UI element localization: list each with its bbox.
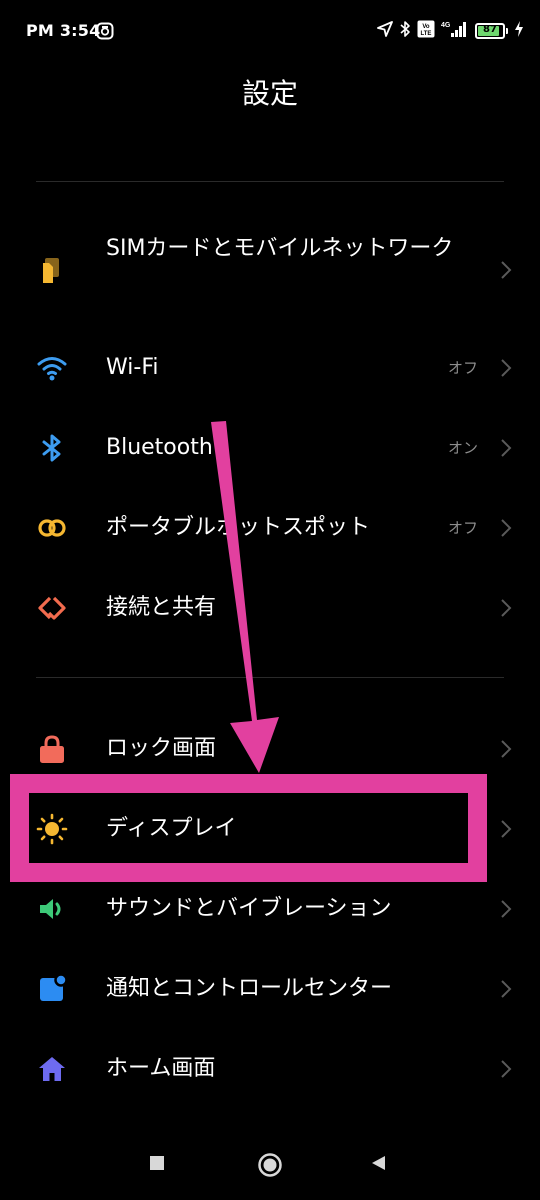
chevron-right-icon xyxy=(500,518,512,542)
settings-item-label: 通知とコントロールセンター xyxy=(106,976,393,1001)
section-divider xyxy=(36,181,504,182)
charging-bolt-icon xyxy=(514,20,524,42)
home-icon xyxy=(36,1053,68,1085)
sim-card-icon xyxy=(36,254,68,286)
mobile-signal-4g-icon: 4G xyxy=(441,20,469,42)
back-icon[interactable] xyxy=(369,1154,387,1176)
navigation-bar xyxy=(0,1136,540,1200)
battery-level: 87 xyxy=(483,24,497,35)
bluetooth-icon xyxy=(36,432,68,464)
settings-item-sound-vibration[interactable]: サウンドとバイブレーション xyxy=(0,869,540,949)
chevron-right-icon xyxy=(500,438,512,462)
status-bar: PM 3:54 Vo LTE 4G 87 xyxy=(0,0,540,64)
svg-text:4G: 4G xyxy=(441,22,451,29)
status-value: オフ xyxy=(447,359,478,377)
svg-text:Vo: Vo xyxy=(422,24,430,30)
settings-item-label: SIMカードとモバイルネットワーク xyxy=(106,236,454,261)
settings-item-label: ロック画面 xyxy=(106,736,217,761)
settings-item-bluetooth[interactable]: Bluetooth オン xyxy=(0,408,540,488)
notification-app-icon xyxy=(96,22,114,44)
settings-item-home-screen[interactable]: ホーム画面 xyxy=(0,1029,540,1109)
hotspot-icon xyxy=(36,512,68,544)
connection-sharing-icon xyxy=(36,592,68,624)
bluetooth-icon xyxy=(399,20,411,42)
sound-icon xyxy=(36,893,68,925)
settings-item-label: ディスプレイ xyxy=(106,816,237,841)
status-time: PM 3:54 xyxy=(26,21,101,40)
settings-item-label: Bluetooth xyxy=(106,435,213,460)
chevron-right-icon xyxy=(500,819,512,843)
status-value: オフ xyxy=(447,519,478,537)
settings-item-label: ホーム画面 xyxy=(106,1056,216,1081)
settings-item-lock-screen[interactable]: ロック画面 xyxy=(0,709,540,789)
location-arrow-icon xyxy=(377,21,393,41)
home-circle-icon[interactable] xyxy=(257,1152,283,1182)
settings-item-display[interactable]: ディスプレイ xyxy=(0,789,540,869)
wifi-icon xyxy=(36,352,68,384)
chevron-right-icon xyxy=(500,739,512,763)
settings-item-connection-sharing[interactable]: 接続と共有 xyxy=(0,568,540,648)
settings-item-notification-control-center[interactable]: 通知とコントロールセンター xyxy=(0,949,540,1029)
recents-icon[interactable] xyxy=(148,1154,166,1176)
settings-item-label: Wi-Fi xyxy=(106,355,159,380)
chevron-right-icon xyxy=(500,899,512,923)
chevron-right-icon xyxy=(500,260,512,284)
settings-item-label: 接続と共有 xyxy=(106,595,217,620)
status-value: オン xyxy=(447,439,478,457)
chevron-right-icon xyxy=(500,598,512,622)
lock-icon xyxy=(36,733,68,765)
chevron-right-icon xyxy=(500,979,512,1003)
display-brightness-icon xyxy=(36,813,68,845)
settings-item-label: ポータブルホットスポット xyxy=(106,515,371,540)
settings-item-portable-hotspot[interactable]: ポータブルホットスポット オフ xyxy=(0,488,540,568)
settings-item-wifi[interactable]: Wi-Fi オフ xyxy=(0,328,540,408)
chevron-right-icon xyxy=(500,358,512,382)
chevron-right-icon xyxy=(500,1059,512,1083)
svg-text:LTE: LTE xyxy=(421,31,432,37)
volte-icon: Vo LTE xyxy=(417,20,435,42)
settings-item-label: サウンドとバイブレーション xyxy=(106,896,392,921)
battery-icon: 87 xyxy=(475,23,505,39)
settings-item-sim-mobile-network[interactable]: SIMカードとモバイルネットワーク xyxy=(0,230,540,310)
page-title: 設定 xyxy=(241,77,298,110)
notification-icon xyxy=(36,973,68,1005)
battery-tip xyxy=(506,28,508,34)
section-divider xyxy=(36,677,504,678)
